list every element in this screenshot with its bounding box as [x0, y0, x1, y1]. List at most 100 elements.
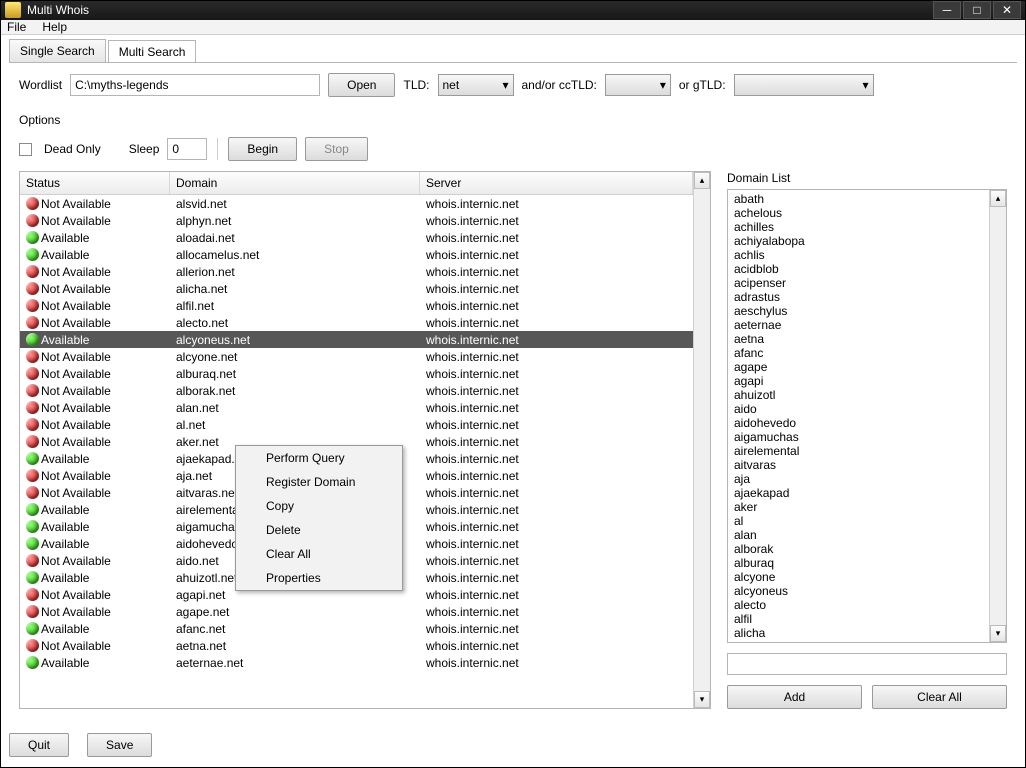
- table-row[interactable]: Not Availableagape.netwhois.internic.net: [20, 603, 693, 620]
- domain-cell: allerion.net: [170, 264, 420, 280]
- list-item[interactable]: ahuizotl: [730, 388, 987, 402]
- table-row[interactable]: Not Availablealsvid.netwhois.internic.ne…: [20, 195, 693, 212]
- wordlist-input[interactable]: [70, 74, 320, 96]
- ctx-register-domain[interactable]: Register Domain: [236, 470, 402, 494]
- sleep-input[interactable]: [167, 138, 207, 160]
- table-row[interactable]: Availableallocamelus.netwhois.internic.n…: [20, 246, 693, 263]
- ctx-delete[interactable]: Delete: [236, 518, 402, 542]
- tab-strip: Single Search Multi Search: [1, 35, 1025, 62]
- server-cell: whois.internic.net: [420, 604, 693, 620]
- server-cell: whois.internic.net: [420, 451, 693, 467]
- ctx-clear-all[interactable]: Clear All: [236, 542, 402, 566]
- ctx-copy[interactable]: Copy: [236, 494, 402, 518]
- list-item[interactable]: alcyoneus: [730, 584, 987, 598]
- results-scrollbar[interactable]: ▴ ▾: [693, 172, 710, 708]
- list-item[interactable]: alcyone: [730, 570, 987, 584]
- list-item[interactable]: aigamuchas: [730, 430, 987, 444]
- table-row[interactable]: Availablealcyoneus.netwhois.internic.net: [20, 331, 693, 348]
- add-button[interactable]: Add: [727, 685, 862, 709]
- list-item[interactable]: achlis: [730, 248, 987, 262]
- col-status[interactable]: Status: [20, 172, 170, 194]
- close-button[interactable]: ✕: [993, 1, 1021, 19]
- table-row[interactable]: Not Availablealicha.netwhois.internic.ne…: [20, 280, 693, 297]
- table-row[interactable]: Not Availablealfil.netwhois.internic.net: [20, 297, 693, 314]
- list-item[interactable]: abath: [730, 192, 987, 206]
- list-item[interactable]: acipenser: [730, 276, 987, 290]
- stop-button[interactable]: Stop: [305, 137, 368, 161]
- list-item[interactable]: al: [730, 514, 987, 528]
- scroll-down-icon[interactable]: ▾: [694, 691, 710, 708]
- list-item[interactable]: aker: [730, 500, 987, 514]
- domain-list-input[interactable]: [727, 653, 1007, 675]
- available-icon: [26, 452, 39, 465]
- minimize-button[interactable]: ─: [933, 1, 961, 19]
- list-item[interactable]: achiyalabopa: [730, 234, 987, 248]
- table-row[interactable]: Not Availablealphyn.netwhois.internic.ne…: [20, 212, 693, 229]
- list-item[interactable]: aetna: [730, 332, 987, 346]
- table-row[interactable]: Availablealoadai.netwhois.internic.net: [20, 229, 693, 246]
- menu-help[interactable]: Help: [42, 20, 67, 34]
- status-text: Not Available: [41, 639, 111, 653]
- table-row[interactable]: Not Availableal.netwhois.internic.net: [20, 416, 693, 433]
- list-item[interactable]: alicha: [730, 626, 987, 640]
- scroll-up-icon[interactable]: ▴: [990, 190, 1006, 207]
- table-row[interactable]: Not Availableaetna.netwhois.internic.net: [20, 637, 693, 654]
- table-row[interactable]: Not Availablealan.netwhois.internic.net: [20, 399, 693, 416]
- table-row[interactable]: Not Availableallerion.netwhois.internic.…: [20, 263, 693, 280]
- scroll-up-icon[interactable]: ▴: [694, 172, 710, 189]
- list-item[interactable]: adrastus: [730, 290, 987, 304]
- list-item[interactable]: agapi: [730, 374, 987, 388]
- col-server[interactable]: Server: [420, 172, 693, 194]
- list-item[interactable]: alecto: [730, 598, 987, 612]
- clear-all-button[interactable]: Clear All: [872, 685, 1007, 709]
- tab-multi-search[interactable]: Multi Search: [108, 40, 197, 63]
- table-row[interactable]: Not Availablealcyone.netwhois.internic.n…: [20, 348, 693, 365]
- list-item[interactable]: achelous: [730, 206, 987, 220]
- list-item[interactable]: alborak: [730, 542, 987, 556]
- domain-list-scrollbar[interactable]: ▴ ▾: [989, 190, 1006, 642]
- list-item[interactable]: agape: [730, 360, 987, 374]
- table-row[interactable]: Availableaeternae.netwhois.internic.net: [20, 654, 693, 671]
- open-button[interactable]: Open: [328, 73, 395, 97]
- ctx-properties[interactable]: Properties: [236, 566, 402, 590]
- list-item[interactable]: airelemental: [730, 444, 987, 458]
- list-item[interactable]: ajaekapad: [730, 486, 987, 500]
- list-item[interactable]: achilles: [730, 220, 987, 234]
- domain-cell: al.net: [170, 417, 420, 433]
- list-item[interactable]: aidohevedo: [730, 416, 987, 430]
- cctld-combo[interactable]: ▾: [605, 74, 671, 96]
- list-item[interactable]: alburaq: [730, 556, 987, 570]
- quit-button[interactable]: Quit: [9, 733, 69, 757]
- available-icon: [26, 248, 39, 261]
- begin-button[interactable]: Begin: [228, 137, 297, 161]
- server-cell: whois.internic.net: [420, 332, 693, 348]
- gtld-label: or gTLD:: [679, 78, 726, 92]
- table-row[interactable]: Not Availablealecto.netwhois.internic.ne…: [20, 314, 693, 331]
- domain-cell: alan.net: [170, 400, 420, 416]
- scroll-down-icon[interactable]: ▾: [990, 625, 1006, 642]
- list-item[interactable]: acidblob: [730, 262, 987, 276]
- save-button[interactable]: Save: [87, 733, 152, 757]
- col-domain[interactable]: Domain: [170, 172, 420, 194]
- tld-combo[interactable]: net ▾: [438, 74, 514, 96]
- list-item[interactable]: aja: [730, 472, 987, 486]
- menu-file[interactable]: File: [7, 20, 26, 34]
- list-item[interactable]: aitvaras: [730, 458, 987, 472]
- table-row[interactable]: Not Availablealborak.netwhois.internic.n…: [20, 382, 693, 399]
- dead-only-checkbox[interactable]: [19, 143, 32, 156]
- gtld-combo[interactable]: ▾: [734, 74, 874, 96]
- table-row[interactable]: Not Availablealburaq.netwhois.internic.n…: [20, 365, 693, 382]
- list-item[interactable]: alan: [730, 528, 987, 542]
- ctx-perform-query[interactable]: Perform Query: [236, 446, 402, 470]
- maximize-button[interactable]: □: [963, 1, 991, 19]
- list-item[interactable]: alfil: [730, 612, 987, 626]
- status-text: Available: [41, 452, 89, 466]
- server-cell: whois.internic.net: [420, 587, 693, 603]
- list-item[interactable]: aido: [730, 402, 987, 416]
- table-row[interactable]: Availableafanc.netwhois.internic.net: [20, 620, 693, 637]
- results-panel: Status Domain Server Not Availablealsvid…: [19, 171, 711, 709]
- list-item[interactable]: afanc: [730, 346, 987, 360]
- list-item[interactable]: aeternae: [730, 318, 987, 332]
- list-item[interactable]: aeschylus: [730, 304, 987, 318]
- tab-single-search[interactable]: Single Search: [9, 39, 106, 62]
